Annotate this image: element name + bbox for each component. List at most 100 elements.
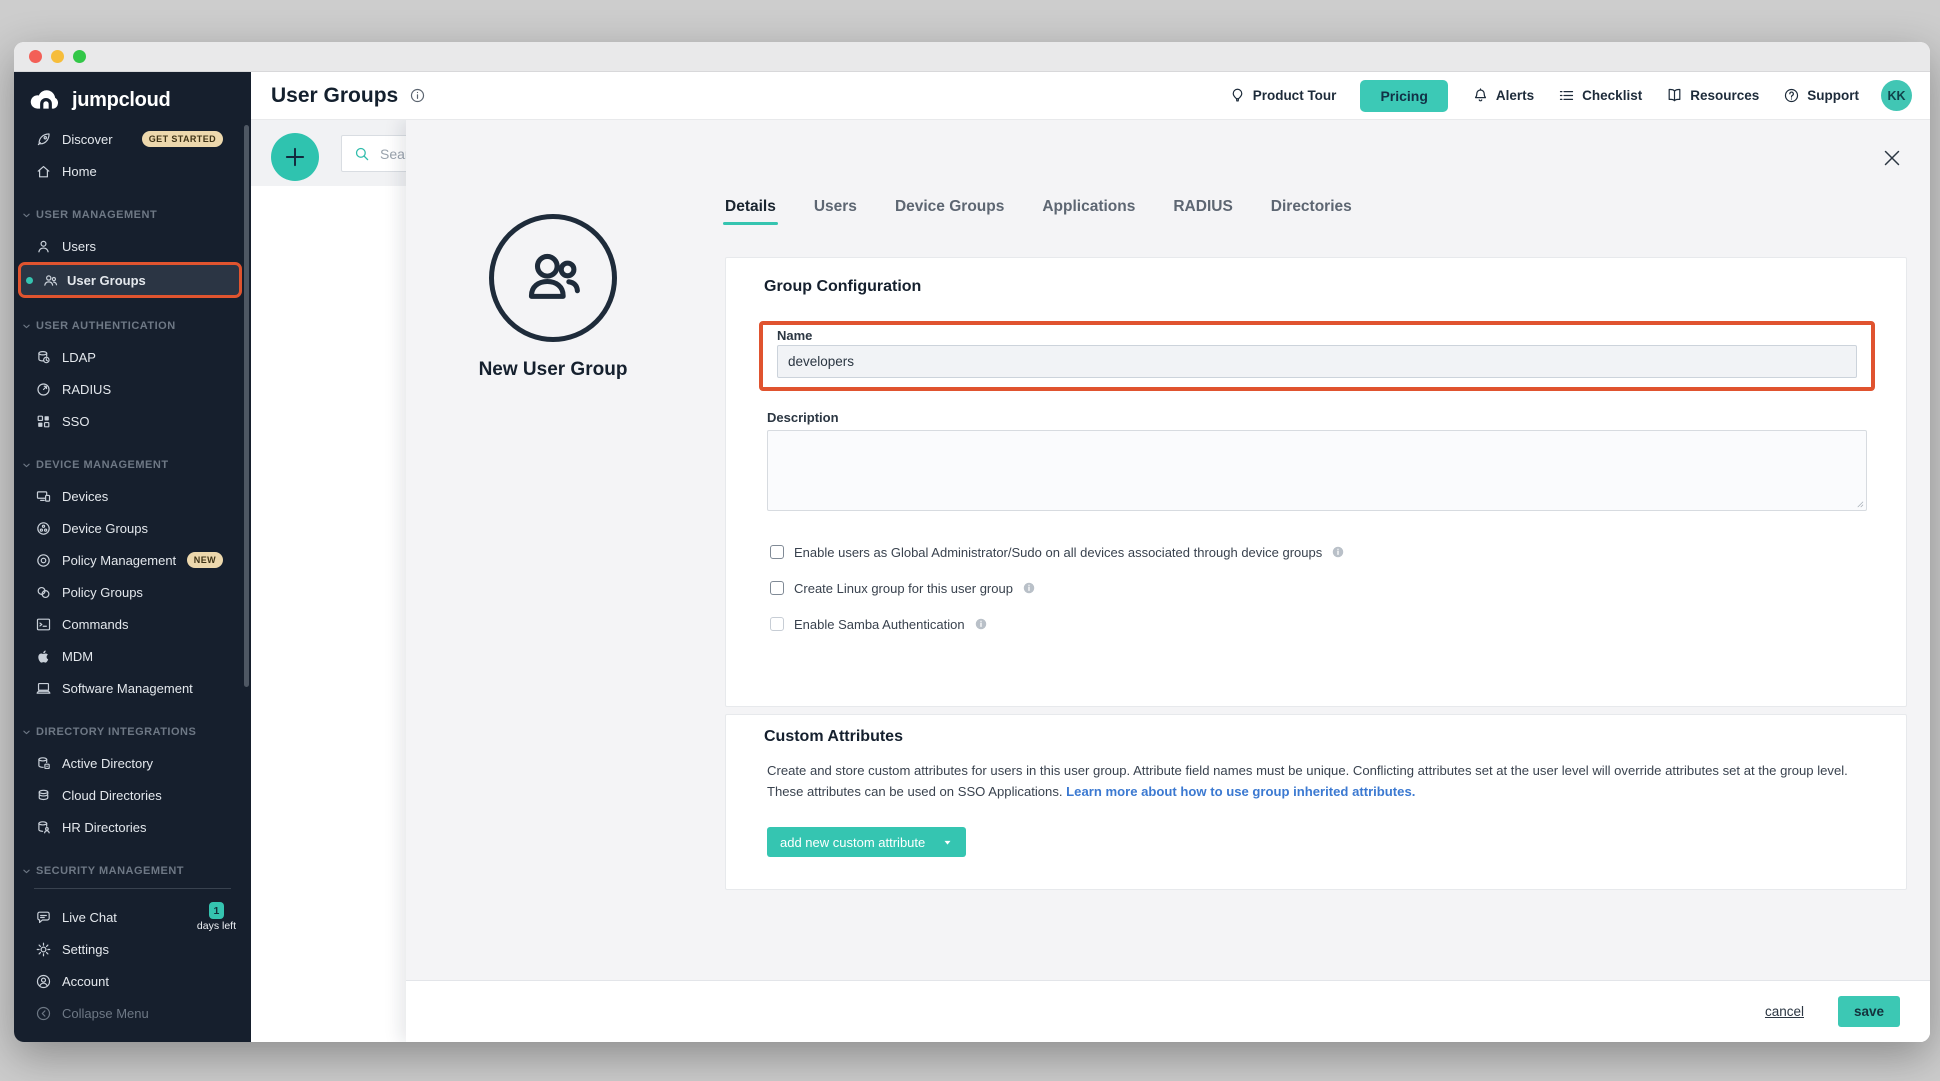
save-button[interactable]: save: [1838, 996, 1900, 1027]
action-label: Checklist: [1582, 88, 1642, 103]
add-group-button[interactable]: [271, 133, 319, 181]
header-action-resources[interactable]: Resources: [1666, 87, 1759, 104]
active-indicator-dot: [26, 277, 33, 284]
sidebar-item-active-directory[interactable]: Active Directory: [14, 747, 251, 779]
tab-applications[interactable]: Applications: [1042, 198, 1135, 225]
new-user-group-panel: New User Group DetailsUsersDevice Groups…: [406, 120, 1930, 1042]
checkbox-label: Enable users as Global Administrator/Sud…: [794, 545, 1322, 560]
user-group-icon: [515, 240, 591, 316]
sidebar-footer-nav: Live Chat 1days left Settings Account Collap…: [14, 901, 251, 1029]
sidebar-item-discover[interactable]: DiscoverGET STARTED: [14, 123, 251, 155]
sidebar-item-users[interactable]: Users: [14, 230, 251, 262]
terminal-icon: [35, 616, 52, 633]
devices-icon: [35, 488, 52, 505]
section-label: SECURITY MANAGEMENT: [36, 865, 184, 877]
tab-device-groups[interactable]: Device Groups: [895, 198, 1004, 225]
resize-grip-icon[interactable]: [1852, 496, 1865, 509]
home-icon: [35, 163, 52, 180]
sidebar-scrollbar[interactable]: [244, 125, 249, 687]
info-icon[interactable]: [1022, 581, 1036, 595]
sidebar-item-label: Commands: [62, 617, 128, 632]
days-left-label: days left: [197, 920, 236, 932]
sidebar-item-commands[interactable]: Commands: [14, 608, 251, 640]
sidebar: jumpcloud DiscoverGET STARTEDHome USER MA…: [14, 72, 251, 1042]
sidebar-item-account[interactable]: Account: [14, 965, 251, 997]
header-action-product-tour[interactable]: Product Tour: [1229, 87, 1337, 104]
minimize-window-button[interactable]: [51, 50, 64, 63]
tab-directories[interactable]: Directories: [1271, 198, 1352, 225]
checkbox-enable-samba-authentication[interactable]: Enable Samba Authentication: [770, 613, 1345, 635]
custom-attributes-description: Create and store custom attributes for u…: [767, 761, 1879, 802]
sidebar-item-label: Live Chat: [62, 910, 117, 925]
chevron-down-icon: [22, 728, 31, 737]
sidebar-section-device-management[interactable]: DEVICE MANAGEMENT: [14, 450, 251, 480]
sidebar-item-hr-directories[interactable]: HR Directories: [14, 811, 251, 843]
sidebar-item-label: Discover: [62, 132, 113, 147]
jumpcloud-logo[interactable]: jumpcloud: [14, 72, 251, 123]
cancel-button[interactable]: cancel: [1765, 1004, 1804, 1019]
sidebar-section-directory-integrations[interactable]: DIRECTORY INTEGRATIONS: [14, 717, 251, 747]
close-window-button[interactable]: [29, 50, 42, 63]
app-window: jumpcloud DiscoverGET STARTEDHome USER MA…: [14, 42, 1930, 1042]
bell-icon: [1472, 87, 1489, 104]
sidebar-item-collapse-menu[interactable]: Collapse Menu: [14, 997, 251, 1029]
info-icon[interactable]: [1331, 545, 1345, 559]
sidebar-item-label: Settings: [62, 942, 109, 957]
button-label: add new custom attribute: [780, 835, 925, 850]
sidebar-item-home[interactable]: Home: [14, 155, 251, 187]
sidebar-item-devices[interactable]: Devices: [14, 480, 251, 512]
checklist-icon: [1558, 87, 1575, 104]
tab-radius[interactable]: RADIUS: [1173, 198, 1232, 225]
sidebar-item-ldap[interactable]: LDAP: [14, 341, 251, 373]
sidebar-item-sso[interactable]: SSO: [14, 405, 251, 437]
header-action-alerts[interactable]: Alerts: [1472, 87, 1534, 104]
add-custom-attribute-button[interactable]: add new custom attribute: [767, 827, 966, 857]
info-icon[interactable]: [409, 87, 426, 104]
header-action-checklist[interactable]: Checklist: [1558, 87, 1642, 104]
header-action-support[interactable]: Support: [1783, 87, 1859, 104]
sidebar-item-radius[interactable]: RADIUS: [14, 373, 251, 405]
checkbox[interactable]: [770, 581, 784, 595]
sidebar-nav: DiscoverGET STARTEDHomeUSER MANAGEMENTUs…: [14, 123, 251, 886]
chevron-down-icon: [22, 461, 31, 470]
zoom-window-button[interactable]: [73, 50, 86, 63]
description-textarea[interactable]: [767, 430, 1867, 511]
page-title: User Groups: [271, 84, 398, 108]
trial-days-left: 1days left: [197, 902, 236, 932]
chevron-down-icon: [22, 211, 31, 220]
sidebar-item-software-management[interactable]: Software Management: [14, 672, 251, 704]
sidebar-section-user-authentication[interactable]: USER AUTHENTICATION: [14, 311, 251, 341]
group-name-input[interactable]: [777, 345, 1857, 378]
sidebar-item-label: Collapse Menu: [62, 1006, 149, 1021]
tab-details[interactable]: Details: [725, 198, 776, 225]
sidebar-item-user-groups[interactable]: User Groups: [18, 262, 242, 298]
sidebar-item-policy-management[interactable]: Policy ManagementNEW: [14, 544, 251, 576]
plus-icon: [282, 144, 308, 170]
tab-users[interactable]: Users: [814, 198, 857, 225]
learn-more-link[interactable]: Learn more about how to use group inheri…: [1066, 784, 1415, 799]
checkbox[interactable]: [770, 545, 784, 559]
sidebar-item-live-chat[interactable]: Live Chat 1days left: [14, 901, 251, 933]
checkbox-create-linux-group-for-this-user-group[interactable]: Create Linux group for this user group: [770, 577, 1345, 599]
sidebar-item-label: Account: [62, 974, 109, 989]
question-icon: [1783, 87, 1800, 104]
sidebar-item-policy-groups[interactable]: Policy Groups: [14, 576, 251, 608]
sidebar-item-label: LDAP: [62, 350, 96, 365]
close-icon[interactable]: [1880, 146, 1904, 170]
sidebar-item-cloud-directories[interactable]: Cloud Directories: [14, 779, 251, 811]
chat-icon: [35, 909, 52, 926]
sidebar-item-label: SSO: [62, 414, 89, 429]
checkbox[interactable]: [770, 617, 784, 631]
sidebar-item-settings[interactable]: Settings: [14, 933, 251, 965]
user-icon: [35, 238, 52, 255]
sidebar-item-device-groups[interactable]: Device Groups: [14, 512, 251, 544]
checkbox-enable-users-as-global-administrator-sudo-on-all-devices-associated-through-device-groups[interactable]: Enable users as Global Administrator/Sud…: [770, 541, 1345, 563]
sidebar-section-security-management[interactable]: SECURITY MANAGEMENT: [14, 856, 251, 886]
avatar[interactable]: KK: [1881, 80, 1912, 111]
info-icon[interactable]: [974, 617, 988, 631]
sidebar-section-user-management[interactable]: USER MANAGEMENT: [14, 200, 251, 230]
sidebar-footer: Live Chat 1days left Settings Account Collap…: [14, 888, 251, 1029]
header-action-pricing[interactable]: Pricing: [1360, 80, 1447, 112]
sidebar-item-mdm[interactable]: MDM: [14, 640, 251, 672]
policy-group-icon: [35, 584, 52, 601]
